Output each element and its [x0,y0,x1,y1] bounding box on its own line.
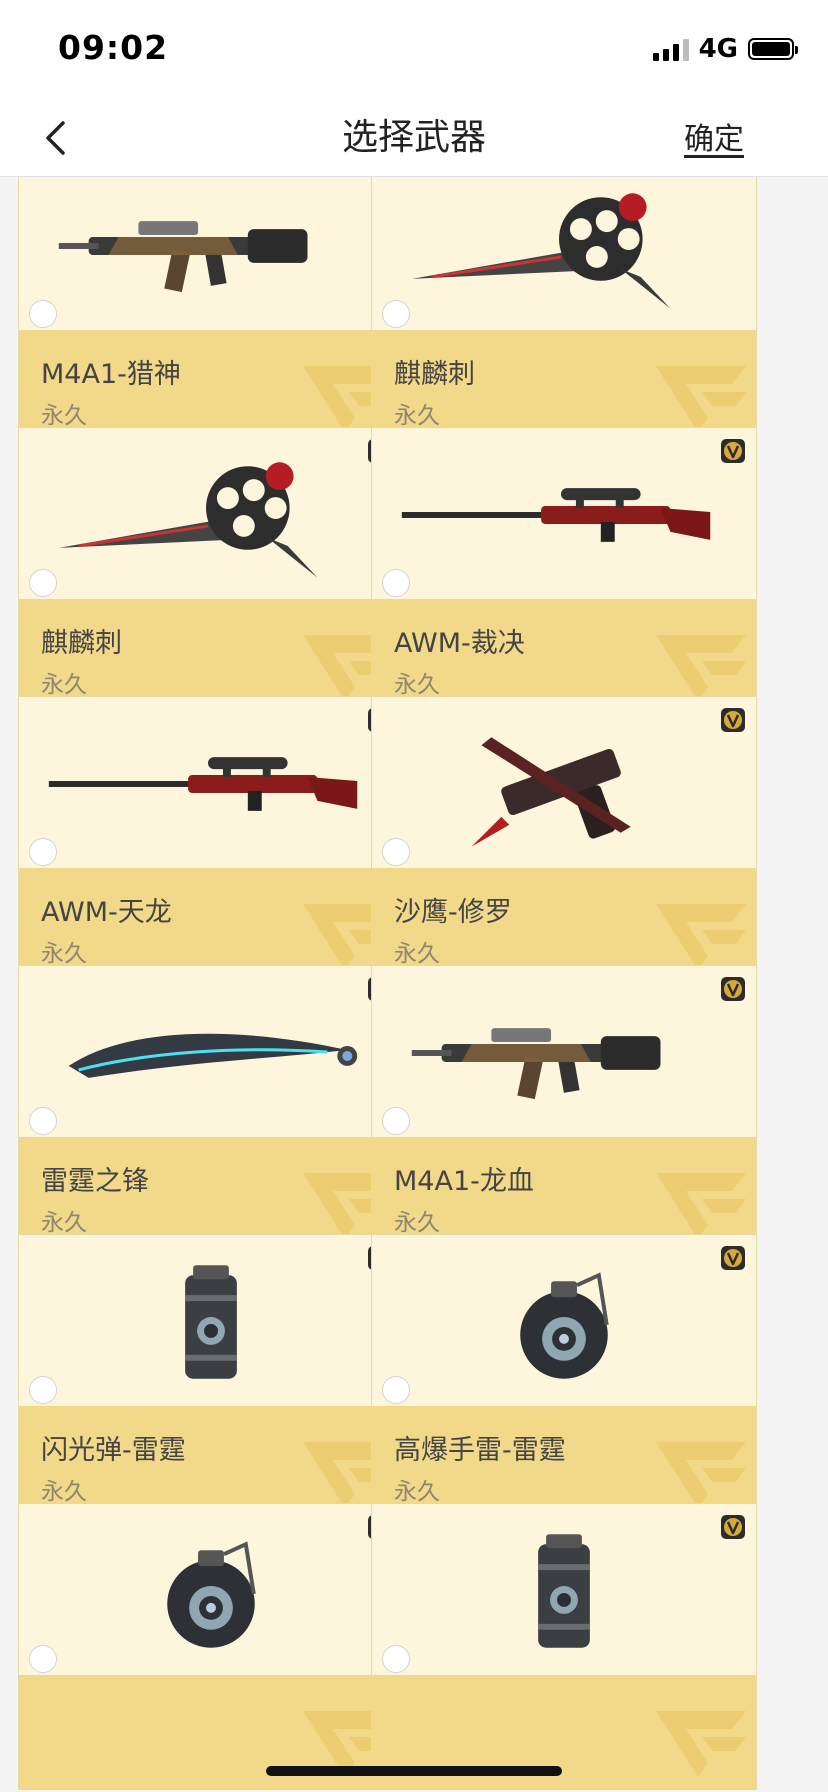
select-radio[interactable] [382,838,410,866]
flashbang-icon [372,1504,756,1675]
status-time: 09:02 [58,28,169,67]
weapon-card[interactable]: 麒麟刺 永久 [371,177,757,445]
weapon-duration: 永久 [394,1210,440,1236]
sniper-rifle-icon [372,428,756,599]
select-radio[interactable] [29,1107,57,1135]
sniper-rifle-icon [19,697,403,868]
flashbang-icon [19,1235,403,1406]
select-radio[interactable] [29,569,57,597]
confirm-button[interactable]: 确定 [684,114,744,158]
network-type: 4G [698,34,738,64]
weapon-duration: 永久 [41,672,87,698]
weapon-name: M4A1-猎神 [41,359,181,390]
weapon-duration: 永久 [394,672,440,698]
select-radio[interactable] [29,838,57,866]
weapon-name: AWM-裁决 [394,628,525,659]
select-radio[interactable] [29,300,57,328]
home-indicator [266,1766,562,1776]
knuckle-blade-icon [19,428,403,599]
weapon-card[interactable]: 高爆手雷-雷霆永久 [371,1234,757,1521]
weapon-name: 沙鹰-修罗 [394,897,512,928]
weapon-card[interactable]: 闪光弹-雷霆永久 [18,1234,404,1521]
vip-badge-icon [720,438,746,464]
battery-icon [748,38,798,60]
weapon-card[interactable] [371,1503,757,1790]
weapon-duration: 永久 [394,1479,440,1505]
weapon-card[interactable]: M4A1-猎神永久 [18,177,404,445]
weapon-card[interactable]: M4A1-龙血永久 [371,965,757,1252]
weapon-card[interactable]: AWM-天龙永久 [18,696,404,983]
status-indicators: 4G [652,34,798,64]
weapon-grid: M4A1-猎神 永久 麒麟刺 永久 麒麟刺 永久 AWM-裁决 永久 AWM-天龙 永久 沙鹰-修罗… [18,177,810,1792]
vip-badge-icon [720,976,746,1002]
vip-badge-icon [720,707,746,733]
cf-logo-watermark-icon [646,1681,756,1789]
weapon-card[interactable]: 雷霆之锋 永久 [18,965,404,1252]
select-radio[interactable] [382,300,410,328]
blade-icon [19,966,403,1137]
grenade-icon [372,1235,756,1406]
select-radio[interactable] [382,1645,410,1673]
signal-icon [652,37,689,61]
pistol-icon [372,697,756,868]
weapon-name: 闪光弹-雷霆 [41,1435,186,1466]
weapon-duration: 永久 [41,941,87,967]
weapon-name: 麒麟刺 [394,359,475,390]
weapon-duration: 永久 [41,1210,87,1236]
weapon-name: M4A1-龙血 [394,1166,534,1197]
nav-bar: 选择武器 确定 [0,100,828,177]
rifle-icon [19,177,403,330]
weapon-duration: 永久 [394,403,440,429]
vip-badge-icon [720,1245,746,1271]
weapon-duration: 永久 [41,403,87,429]
weapon-name: 麒麟刺 [41,628,122,659]
weapon-name: 雷霆之锋 [41,1166,149,1197]
select-radio[interactable] [29,1645,57,1673]
weapon-duration: 永久 [394,941,440,967]
weapon-name: 高爆手雷-雷霆 [394,1435,566,1466]
weapon-card[interactable] [18,1503,404,1790]
grenade-icon [19,1504,403,1675]
select-radio[interactable] [382,569,410,597]
knuckle-blade-icon [372,177,756,330]
status-bar: 09:02 4G [0,0,828,100]
rifle-icon [372,966,756,1137]
weapon-card[interactable]: AWM-裁决永久 [371,427,757,714]
vip-badge-icon [720,1514,746,1540]
select-radio[interactable] [382,1376,410,1404]
weapon-duration: 永久 [41,1479,87,1505]
weapon-name: AWM-天龙 [41,897,172,928]
select-radio[interactable] [29,1376,57,1404]
weapon-card[interactable]: 麒麟刺 永久 [18,427,404,714]
weapon-card[interactable]: 沙鹰-修罗永久 [371,696,757,983]
select-radio[interactable] [382,1107,410,1135]
